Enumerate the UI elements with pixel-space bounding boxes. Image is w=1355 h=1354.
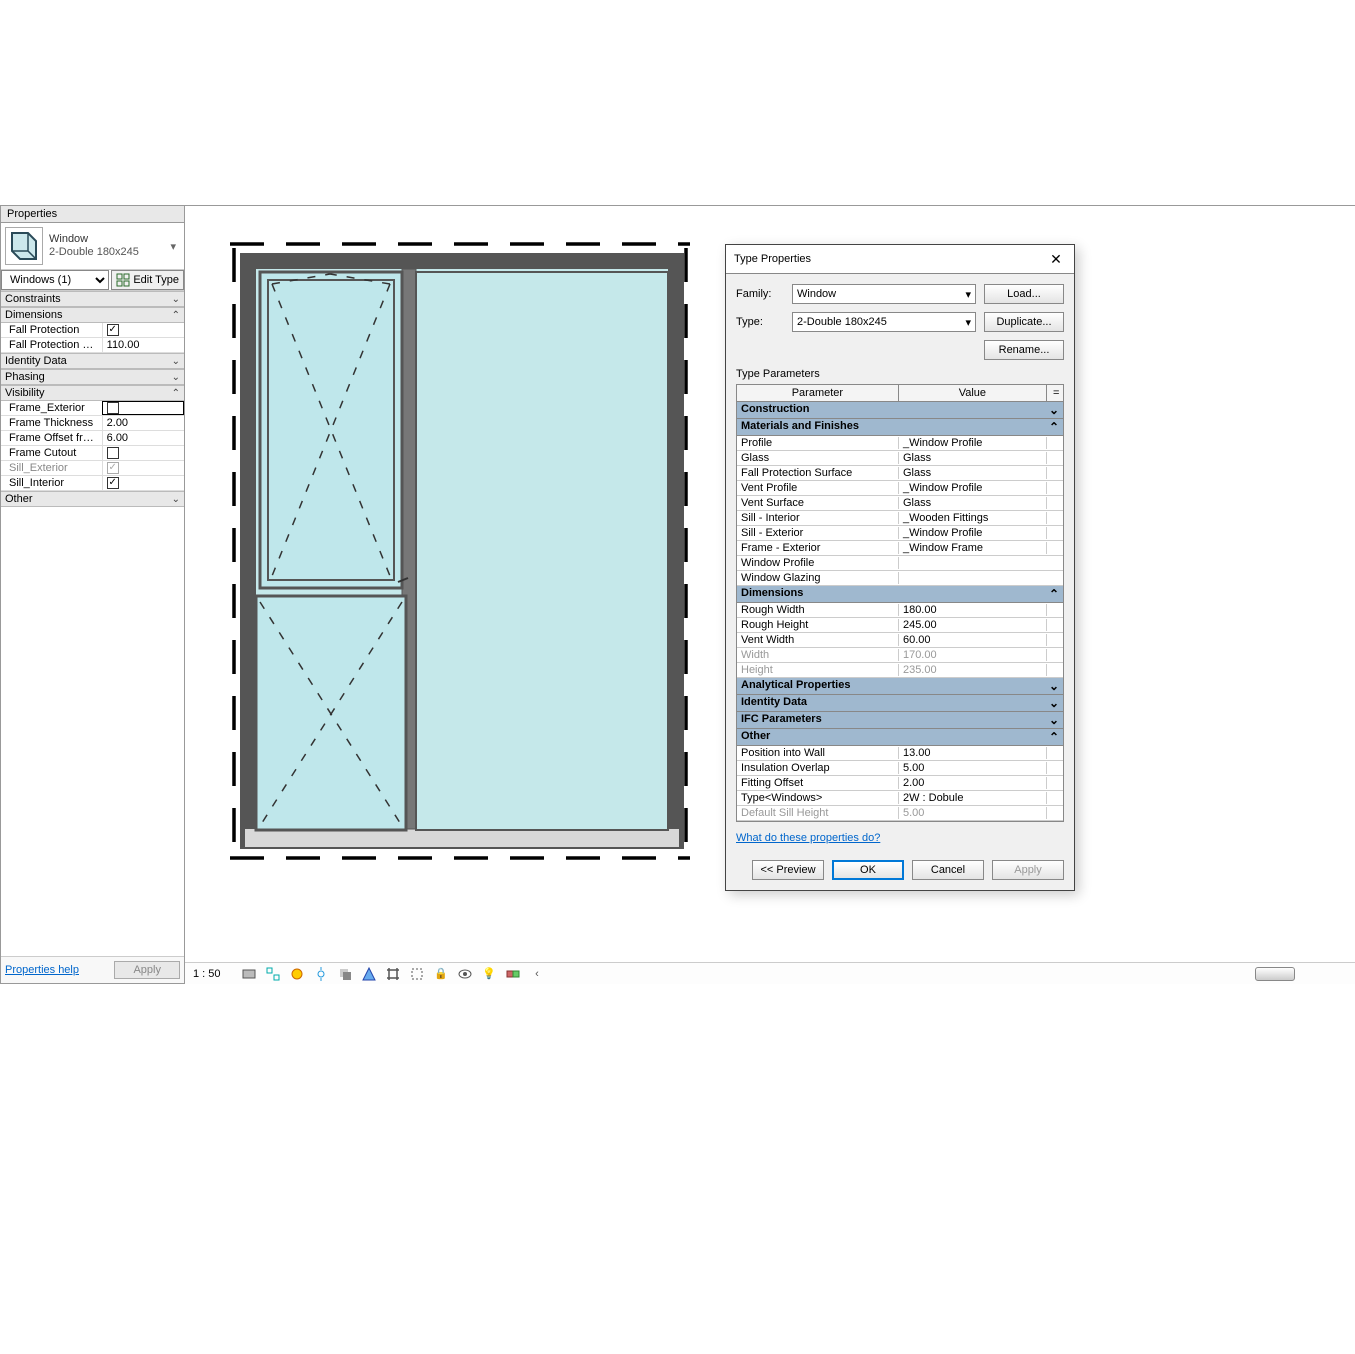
chevron-up-icon: ⌃ bbox=[1049, 420, 1059, 434]
type-select[interactable]: 2-Double 180x245▾ bbox=[792, 312, 976, 332]
checkbox-checked-disabled-icon: ✓ bbox=[107, 462, 119, 474]
crop-region-visible-icon[interactable] bbox=[409, 966, 425, 982]
rename-button[interactable]: Rename... bbox=[984, 340, 1064, 360]
temp-hide-icon[interactable] bbox=[457, 966, 473, 982]
param-frame-exterior: Frame_Exterior bbox=[1, 402, 102, 414]
chevron-icon: ⌄ bbox=[1049, 679, 1059, 693]
val-frame-offset[interactable]: 6.00 bbox=[102, 431, 184, 445]
chevron-icon: ⌄ bbox=[1049, 696, 1059, 710]
chevron-icon: ⌄ bbox=[172, 356, 180, 367]
viewport-scrollbar[interactable] bbox=[1255, 967, 1295, 981]
param-sill-exterior: Sill_Exterior bbox=[1, 462, 102, 474]
ok-button[interactable]: OK bbox=[832, 860, 904, 880]
checkbox-checked-icon[interactable]: ✓ bbox=[107, 477, 119, 489]
cancel-button[interactable]: Cancel bbox=[912, 860, 984, 880]
cat-construction[interactable]: Construction⌄ bbox=[737, 402, 1063, 419]
cat-phasing[interactable]: Phasing⌄ bbox=[1, 369, 184, 385]
window-elevation-drawing bbox=[220, 226, 700, 866]
cat-constraints[interactable]: Constraints⌄ bbox=[1, 291, 184, 307]
window-type-icon bbox=[5, 227, 43, 265]
shadows-icon[interactable] bbox=[337, 966, 353, 982]
type-name: 2-Double 180x245 bbox=[49, 246, 166, 259]
col-value: Value bbox=[899, 385, 1047, 401]
param-sill-interior: Sill_Interior bbox=[1, 477, 102, 489]
cat-dimensions[interactable]: Dimensions⌃ bbox=[1, 307, 184, 323]
val-frame-cutout[interactable] bbox=[102, 446, 184, 460]
cat-visibility[interactable]: Visibility⌃ bbox=[1, 385, 184, 401]
type-parameters-label: Type Parameters bbox=[736, 368, 1064, 380]
val-fall-protection[interactable]: ✓ bbox=[102, 323, 184, 337]
param-frame-thickness: Frame Thickness bbox=[1, 417, 102, 429]
cat-ifc[interactable]: IFC Parameters⌄ bbox=[737, 712, 1063, 729]
properties-panel: Properties Window 2-Double 180x245 ▾ Win… bbox=[0, 205, 185, 984]
val-frame-exterior[interactable] bbox=[102, 401, 184, 415]
worksets-icon[interactable] bbox=[505, 966, 521, 982]
param-frame-cutout: Frame Cutout bbox=[1, 447, 102, 459]
analytical-icon[interactable]: ‹ bbox=[529, 966, 545, 982]
sun-path-icon[interactable] bbox=[313, 966, 329, 982]
scale-list-icon[interactable] bbox=[241, 966, 257, 982]
chevron-up-icon: ⌃ bbox=[1049, 587, 1059, 601]
properties-title: Properties bbox=[1, 206, 184, 223]
family-select[interactable]: Window▾ bbox=[792, 284, 976, 304]
chevron-up-icon: ⌃ bbox=[1049, 730, 1059, 744]
dialog-title: Type Properties bbox=[734, 253, 811, 265]
crop-view-icon[interactable] bbox=[385, 966, 401, 982]
chevron-icon: ⌄ bbox=[172, 294, 180, 305]
dialog-close-button[interactable]: ✕ bbox=[1046, 249, 1066, 269]
view-scale[interactable]: 1 : 50 bbox=[193, 968, 233, 980]
val-fall-protection-height[interactable]: 110.00 bbox=[102, 338, 184, 352]
chevron-icon: ⌄ bbox=[172, 372, 180, 383]
type-properties-dialog: Type Properties ✕ Family: Window▾ Load..… bbox=[725, 244, 1075, 891]
properties-help-link[interactable]: Properties help bbox=[5, 964, 79, 976]
edit-type-button[interactable]: Edit Type bbox=[111, 270, 184, 290]
val-sill-interior[interactable]: ✓ bbox=[102, 476, 184, 490]
type-label: Type: bbox=[736, 316, 784, 328]
preview-button[interactable]: << Preview bbox=[752, 860, 824, 880]
cat-dimensions[interactable]: Dimensions⌃ bbox=[737, 586, 1063, 603]
checkbox-checked-icon[interactable]: ✓ bbox=[107, 324, 119, 336]
col-equals[interactable]: = bbox=[1047, 385, 1063, 401]
reveal-hidden-icon[interactable]: 💡 bbox=[481, 966, 497, 982]
chevron-up-icon: ⌃ bbox=[172, 388, 180, 399]
cat-materials[interactable]: Materials and Finishes⌃ bbox=[737, 419, 1063, 436]
family-label: Family: bbox=[736, 288, 784, 300]
edit-type-icon bbox=[116, 273, 130, 287]
type-dropdown-arrow[interactable]: ▾ bbox=[166, 240, 180, 253]
chevron-icon: ⌄ bbox=[1049, 403, 1059, 417]
checkbox-icon[interactable] bbox=[107, 402, 119, 414]
rendering-icon[interactable] bbox=[361, 966, 377, 982]
param-frame-offset: Frame Offset from Wall bbox=[1, 432, 102, 444]
properties-apply-button[interactable]: Apply bbox=[114, 961, 180, 979]
cat-other[interactable]: Other⌄ bbox=[1, 491, 184, 507]
param-fall-protection: Fall Protection bbox=[1, 324, 102, 336]
type-parameters-grid: Parameter Value = Construction⌄ Material… bbox=[736, 384, 1064, 822]
param-fall-protection-height: Fall Protection Height bbox=[1, 339, 102, 351]
chevron-down-icon: ▾ bbox=[965, 316, 971, 329]
detail-level-icon[interactable] bbox=[265, 966, 281, 982]
chevron-icon: ⌄ bbox=[1049, 713, 1059, 727]
val-frame-thickness[interactable]: 2.00 bbox=[102, 416, 184, 430]
view-control-bar: 1 : 50 🔒 💡 ‹ bbox=[185, 962, 1355, 984]
duplicate-button[interactable]: Duplicate... bbox=[984, 312, 1064, 332]
val-sill-exterior: ✓ bbox=[102, 461, 184, 475]
cat-identity[interactable]: Identity Data⌄ bbox=[1, 353, 184, 369]
chevron-up-icon: ⌃ bbox=[172, 310, 180, 321]
checkbox-icon[interactable] bbox=[107, 447, 119, 459]
apply-button[interactable]: Apply bbox=[992, 860, 1064, 880]
instance-filter-select[interactable]: Windows (1) bbox=[1, 270, 109, 290]
type-selector[interactable]: Window 2-Double 180x245 ▾ bbox=[1, 223, 184, 270]
chevron-down-icon: ▾ bbox=[965, 288, 971, 301]
visual-style-icon[interactable] bbox=[289, 966, 305, 982]
cat-other[interactable]: Other⌃ bbox=[737, 729, 1063, 746]
edit-type-label: Edit Type bbox=[133, 274, 179, 286]
properties-help-link[interactable]: What do these properties do? bbox=[736, 832, 880, 844]
cat-identity-data[interactable]: Identity Data⌄ bbox=[737, 695, 1063, 712]
col-parameter: Parameter bbox=[737, 385, 899, 401]
lock-3d-icon[interactable]: 🔒 bbox=[433, 966, 449, 982]
family-name: Window bbox=[49, 233, 166, 246]
chevron-icon: ⌄ bbox=[172, 494, 180, 505]
load-button[interactable]: Load... bbox=[984, 284, 1064, 304]
cat-analytical[interactable]: Analytical Properties⌄ bbox=[737, 678, 1063, 695]
